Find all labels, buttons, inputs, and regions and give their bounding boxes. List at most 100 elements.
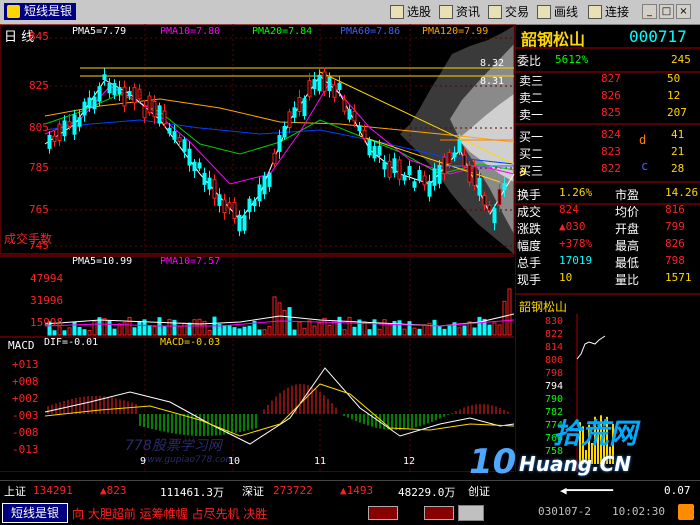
price-axis-tick: 805 bbox=[29, 121, 49, 134]
sh-label: 上证 bbox=[4, 485, 26, 498]
candle-body bbox=[157, 105, 162, 124]
select-stock-icon bbox=[390, 5, 404, 19]
stat-row-value2: 816 bbox=[665, 203, 685, 216]
volume-axis-tick: 31996 bbox=[30, 294, 64, 307]
volume-bar bbox=[462, 325, 467, 336]
volume-bar bbox=[102, 318, 107, 336]
volume-bar bbox=[412, 327, 417, 336]
toolbar-info-button[interactable]: 资讯 bbox=[438, 3, 480, 21]
candle-body bbox=[252, 200, 257, 207]
stat-row-label2: 均价 bbox=[615, 205, 640, 219]
volume-bar bbox=[397, 320, 402, 336]
candle-body bbox=[222, 199, 227, 214]
volume-bar bbox=[422, 324, 427, 336]
date-label: 11 bbox=[314, 456, 327, 467]
mini-price-line bbox=[576, 335, 606, 360]
stat-row-label: 涨跌 bbox=[517, 222, 542, 236]
connect-icon bbox=[588, 5, 602, 19]
stat-row-label2: 最低 bbox=[615, 256, 640, 270]
candle-body bbox=[77, 117, 82, 127]
candle-body bbox=[422, 175, 427, 186]
candle-body bbox=[177, 137, 182, 143]
toolbar-trade-button[interactable]: 交易 bbox=[487, 3, 529, 21]
candle-body bbox=[312, 79, 317, 90]
candle-body bbox=[247, 198, 252, 213]
volume-bar bbox=[432, 319, 437, 336]
candle-body bbox=[107, 82, 112, 94]
candle-body bbox=[262, 175, 267, 195]
candle-body bbox=[277, 135, 282, 152]
mini-chart-title[interactable]: 韶钢松山 bbox=[519, 298, 567, 315]
candle-body bbox=[467, 164, 472, 183]
date-display: 030107-2 bbox=[538, 505, 591, 518]
flag-icon bbox=[424, 506, 454, 520]
app-taskbar-button[interactable]: 短线是银 bbox=[2, 503, 68, 523]
buy-row-price: 823 bbox=[601, 145, 621, 158]
sz-index: 273722 bbox=[273, 484, 313, 497]
notification-icon[interactable] bbox=[678, 504, 694, 520]
candle-body bbox=[447, 151, 452, 165]
price-axis-tick: 765 bbox=[29, 203, 49, 216]
candle-body bbox=[357, 125, 362, 132]
candle-body bbox=[387, 160, 392, 178]
chip-label-831: 8.31 bbox=[480, 76, 504, 87]
stock-name[interactable]: 韶钢松山 bbox=[521, 26, 585, 50]
app-title[interactable]: 短线是银 bbox=[4, 3, 77, 20]
volume-bar bbox=[117, 323, 122, 336]
toolbar-button-label: 选股 bbox=[407, 5, 432, 19]
date-label: 10 bbox=[228, 456, 241, 467]
candle-body bbox=[337, 82, 342, 91]
minimize-button[interactable]: _ bbox=[642, 4, 657, 19]
stat-row-value: ▲030 bbox=[559, 220, 586, 233]
candle-body bbox=[432, 168, 437, 186]
volume-bar bbox=[497, 324, 502, 336]
pma5-label: PMA5=7.79 bbox=[72, 26, 127, 37]
candle-body bbox=[282, 125, 287, 138]
kline-chart-panel[interactable]: 778股票学习网 www.gupiao778.com 8.32 8.31 b 日… bbox=[0, 23, 563, 473]
candle-body bbox=[407, 165, 412, 176]
volume-axis-tick: 47994 bbox=[30, 272, 64, 285]
candle-body bbox=[502, 183, 507, 191]
volume-bar bbox=[342, 329, 347, 336]
candle-body bbox=[122, 86, 127, 107]
candle-body bbox=[427, 180, 432, 197]
title-bar: 短线是银 选股 资讯 交易 画线 连接 _ □ × bbox=[0, 0, 700, 25]
stat-row-label: 幅度 bbox=[517, 239, 542, 253]
stat-row-label: 总手 bbox=[517, 256, 542, 270]
macd-title[interactable]: MACD bbox=[8, 339, 35, 352]
stat-row-label2: 量比 bbox=[615, 273, 640, 287]
volume-title[interactable]: 成交手数 bbox=[4, 230, 52, 247]
menu-button[interactable] bbox=[458, 505, 484, 521]
candle-body bbox=[322, 71, 327, 92]
stat-row-value2: 826 bbox=[665, 237, 685, 250]
stock-code[interactable]: 000717 bbox=[629, 27, 687, 46]
volume-bar bbox=[167, 318, 172, 336]
candle-body bbox=[392, 158, 397, 174]
toolbar-draw-button[interactable]: 画线 bbox=[536, 3, 578, 21]
restore-button[interactable]: □ bbox=[659, 4, 674, 19]
toolbar-connect-button[interactable]: 连接 bbox=[587, 3, 629, 21]
sell-row-volume: 12 bbox=[667, 89, 681, 102]
weibi-value: 5612% bbox=[555, 53, 589, 66]
macd-axis-tick: +008 bbox=[12, 375, 39, 388]
volume-pma10-label: PMA10=7.57 bbox=[160, 256, 221, 267]
toolbar-select-stock-button[interactable]: 选股 bbox=[389, 3, 431, 21]
market-status-bar: 上证 134291 ▲823 111461.3万 深证 273722 ▲1493… bbox=[0, 480, 700, 501]
mini-axis-tick: 790 bbox=[545, 394, 564, 405]
marker-d: d bbox=[639, 133, 646, 147]
price-axis-tick: 825 bbox=[29, 79, 49, 92]
close-button[interactable]: × bbox=[676, 4, 691, 19]
candle-body bbox=[332, 84, 337, 98]
candle-body bbox=[237, 214, 242, 232]
sh-amount: 111461.3万 bbox=[160, 486, 224, 499]
volume-bar bbox=[222, 325, 227, 336]
volume-bar bbox=[247, 325, 252, 336]
volume-bar bbox=[382, 319, 387, 336]
candle-body bbox=[202, 172, 207, 185]
candle-body bbox=[167, 127, 172, 134]
volume-bar bbox=[72, 321, 77, 336]
candle-body bbox=[197, 162, 202, 169]
candle-body bbox=[257, 184, 262, 202]
candle-body bbox=[227, 202, 232, 209]
candle-body bbox=[437, 164, 442, 184]
